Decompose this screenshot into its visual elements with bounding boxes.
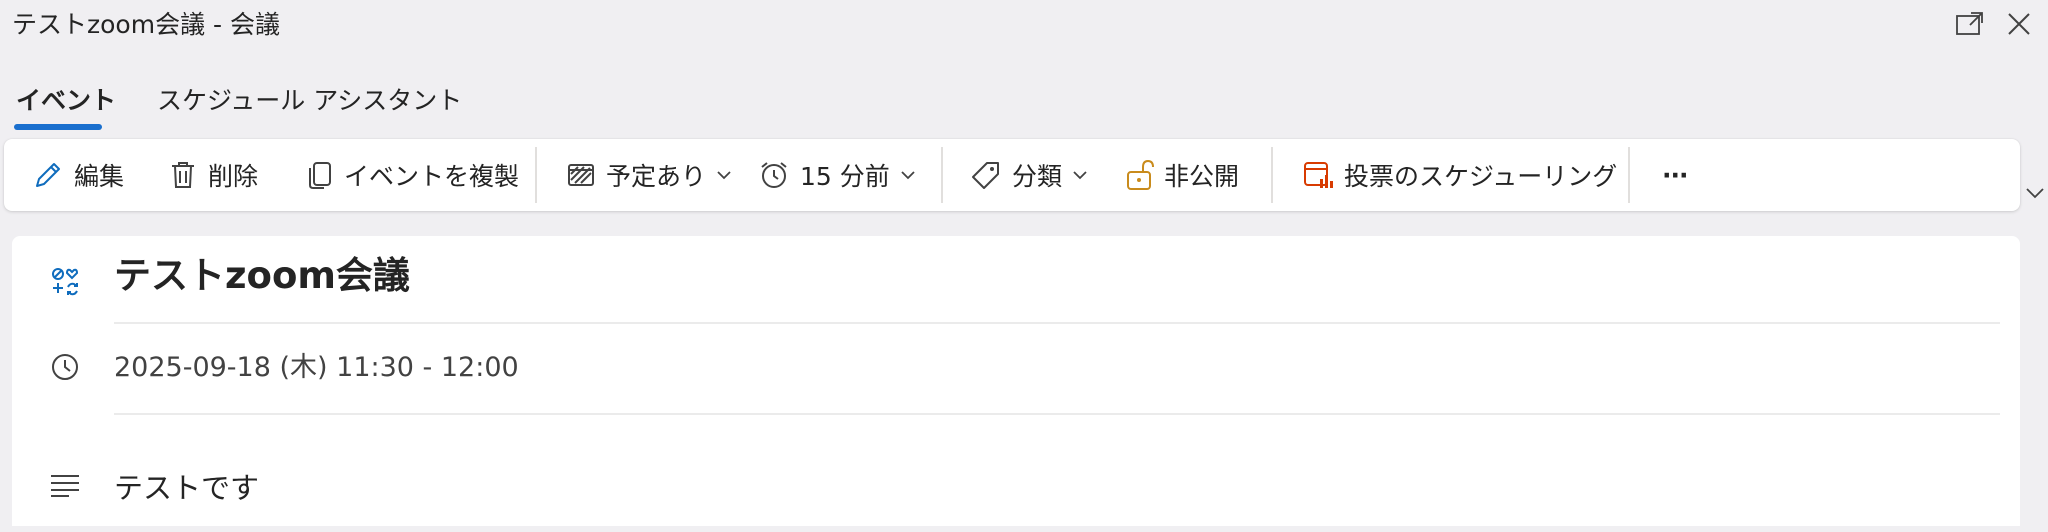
reminder-label: 15 分前 [800, 162, 890, 191]
section-divider [114, 322, 2000, 324]
toolbar-separator [535, 147, 537, 203]
tag-icon [972, 162, 999, 189]
title-bar: テストzoom会議 - 会議 [0, 0, 2048, 56]
categorize-dropdown[interactable]: 分類 [970, 139, 1088, 211]
pencil-icon [36, 163, 60, 187]
toolbar-separator [1628, 147, 1630, 203]
event-details-card: テストzoom会議 2025-09-18 (木) 11:30 - 12:00 テ… [12, 236, 2020, 526]
scheduling-poll-icon [1304, 162, 1333, 188]
close-icon [2008, 13, 2030, 35]
toolbar-separator [1271, 147, 1273, 203]
duplicate-event-button[interactable]: イベントを複製 [306, 139, 519, 211]
tab-bar: イベント スケジュール アシスタント [0, 78, 2048, 134]
popout-button[interactable] [1950, 8, 1990, 40]
show-as-label: 予定あり [606, 162, 707, 191]
more-icon: ··· [1662, 160, 1688, 190]
private-toggle[interactable]: 非公開 [1124, 139, 1239, 211]
edit-button[interactable]: 編集 [32, 139, 124, 211]
event-datetime[interactable]: 2025-09-18 (木) 11:30 - 12:00 [114, 349, 519, 387]
chevron-down-icon [2026, 188, 2044, 199]
edit-label: 編集 [74, 162, 125, 191]
section-divider [114, 413, 2000, 415]
window-title: テストzoom会議 - 会議 [12, 10, 280, 39]
alarm-clock-icon [761, 162, 787, 188]
chevron-down-icon [901, 171, 915, 180]
scheduling-poll-button[interactable]: 投票のスケジューリング [1302, 139, 1617, 211]
toolbar-separator [941, 147, 943, 203]
copy-icon [309, 162, 331, 189]
scheduling-poll-label: 投票のスケジューリング [1344, 162, 1618, 191]
clock-icon [48, 350, 82, 384]
delete-label: 削除 [208, 162, 259, 191]
popout-icon [1956, 12, 1983, 35]
event-description[interactable]: テストです [114, 468, 259, 508]
private-label: 非公開 [1164, 162, 1240, 191]
reminder-dropdown[interactable]: 15 分前 [758, 139, 916, 211]
toolbar-expand-button[interactable] [2022, 180, 2048, 206]
tab-scheduling-assistant[interactable]: スケジュール アシスタント [157, 84, 462, 118]
chevron-down-icon [1073, 171, 1087, 180]
busy-status-icon [568, 164, 594, 186]
categorize-label: 分類 [1012, 162, 1063, 191]
event-type-icon [48, 264, 82, 298]
show-as-dropdown[interactable]: 予定あり [566, 139, 732, 211]
event-title[interactable]: テストzoom会議 [114, 251, 410, 301]
chevron-down-icon [717, 171, 731, 180]
unlocked-icon [1127, 159, 1154, 190]
delete-button[interactable]: 削除 [168, 139, 258, 211]
duplicate-event-label: イベントを複製 [344, 162, 520, 191]
trash-icon [172, 162, 194, 188]
more-options-button[interactable]: ··· [1662, 139, 1688, 211]
command-toolbar: 編集 削除 イベントを複製 予定あり 15 分前 分類 非公開 投票のスケジュー… [4, 139, 2020, 211]
description-icon [48, 470, 82, 500]
close-button[interactable] [1999, 8, 2039, 40]
tab-event[interactable]: イベント [16, 84, 116, 118]
active-tab-indicator [14, 124, 102, 130]
